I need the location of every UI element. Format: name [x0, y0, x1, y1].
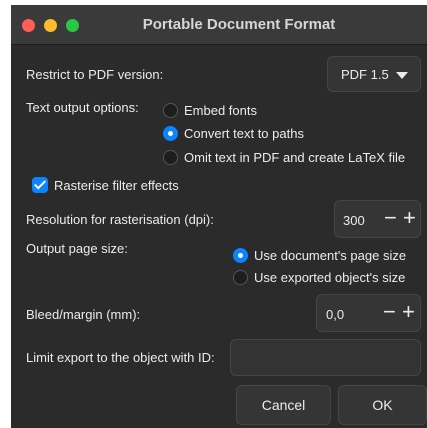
bleed-margin-label: Bleed/margin (mm):: [26, 307, 141, 322]
plus-icon[interactable]: +: [402, 301, 415, 323]
ok-button[interactable]: OK: [338, 385, 427, 425]
pdf-version-dropdown[interactable]: PDF 1.5: [327, 56, 421, 92]
rasterise-filter-checkbox[interactable]: [32, 177, 48, 193]
output-page-size-label: Output page size:: [26, 241, 128, 256]
resolution-spinbox[interactable]: 300 − +: [334, 200, 421, 238]
bleed-margin-value: 0,0: [326, 307, 345, 322]
embed-fonts-label: Embed fonts: [184, 103, 257, 118]
convert-text-to-paths-radio[interactable]: [163, 126, 178, 141]
bleed-margin-spinbox[interactable]: 0,0 − +: [316, 294, 421, 332]
text-output-label: Text output options:: [26, 100, 139, 115]
use-exported-object-size-radio[interactable]: [233, 270, 248, 285]
pdf-version-label: Restrict to PDF version:: [26, 67, 164, 82]
resolution-label: Resolution for rasterisation (dpi):: [26, 212, 214, 227]
rasterise-filter-label: Rasterise filter effects: [54, 178, 179, 193]
resolution-value: 300: [343, 213, 365, 228]
convert-text-to-paths-label: Convert text to paths: [184, 126, 304, 141]
omit-text-latex-label: Omit text in PDF and create LaTeX file: [184, 150, 406, 165]
checkmark-icon: [33, 177, 47, 190]
pdf-version-selected: PDF 1.5: [341, 67, 389, 82]
use-document-page-size-label: Use document's page size: [254, 248, 407, 263]
minus-icon[interactable]: −: [384, 207, 397, 229]
limit-export-label: Limit export to the object with ID:: [26, 350, 215, 365]
use-document-page-size-radio[interactable]: [233, 248, 248, 263]
use-exported-object-size-label: Use exported object's size: [254, 270, 406, 285]
pdf-export-dialog: Portable Document Format Restrict to PDF…: [11, 5, 427, 428]
omit-text-latex-radio[interactable]: [163, 150, 178, 165]
minus-icon[interactable]: −: [383, 301, 396, 323]
window-title: Portable Document Format: [142, 16, 336, 33]
embed-fonts-radio[interactable]: [163, 103, 178, 118]
title-bar: Portable Document Format: [11, 5, 427, 45]
object-id-input[interactable]: [230, 339, 421, 376]
cancel-button[interactable]: Cancel: [236, 385, 331, 425]
chevron-down-icon: [396, 72, 408, 79]
plus-icon[interactable]: +: [403, 207, 416, 229]
